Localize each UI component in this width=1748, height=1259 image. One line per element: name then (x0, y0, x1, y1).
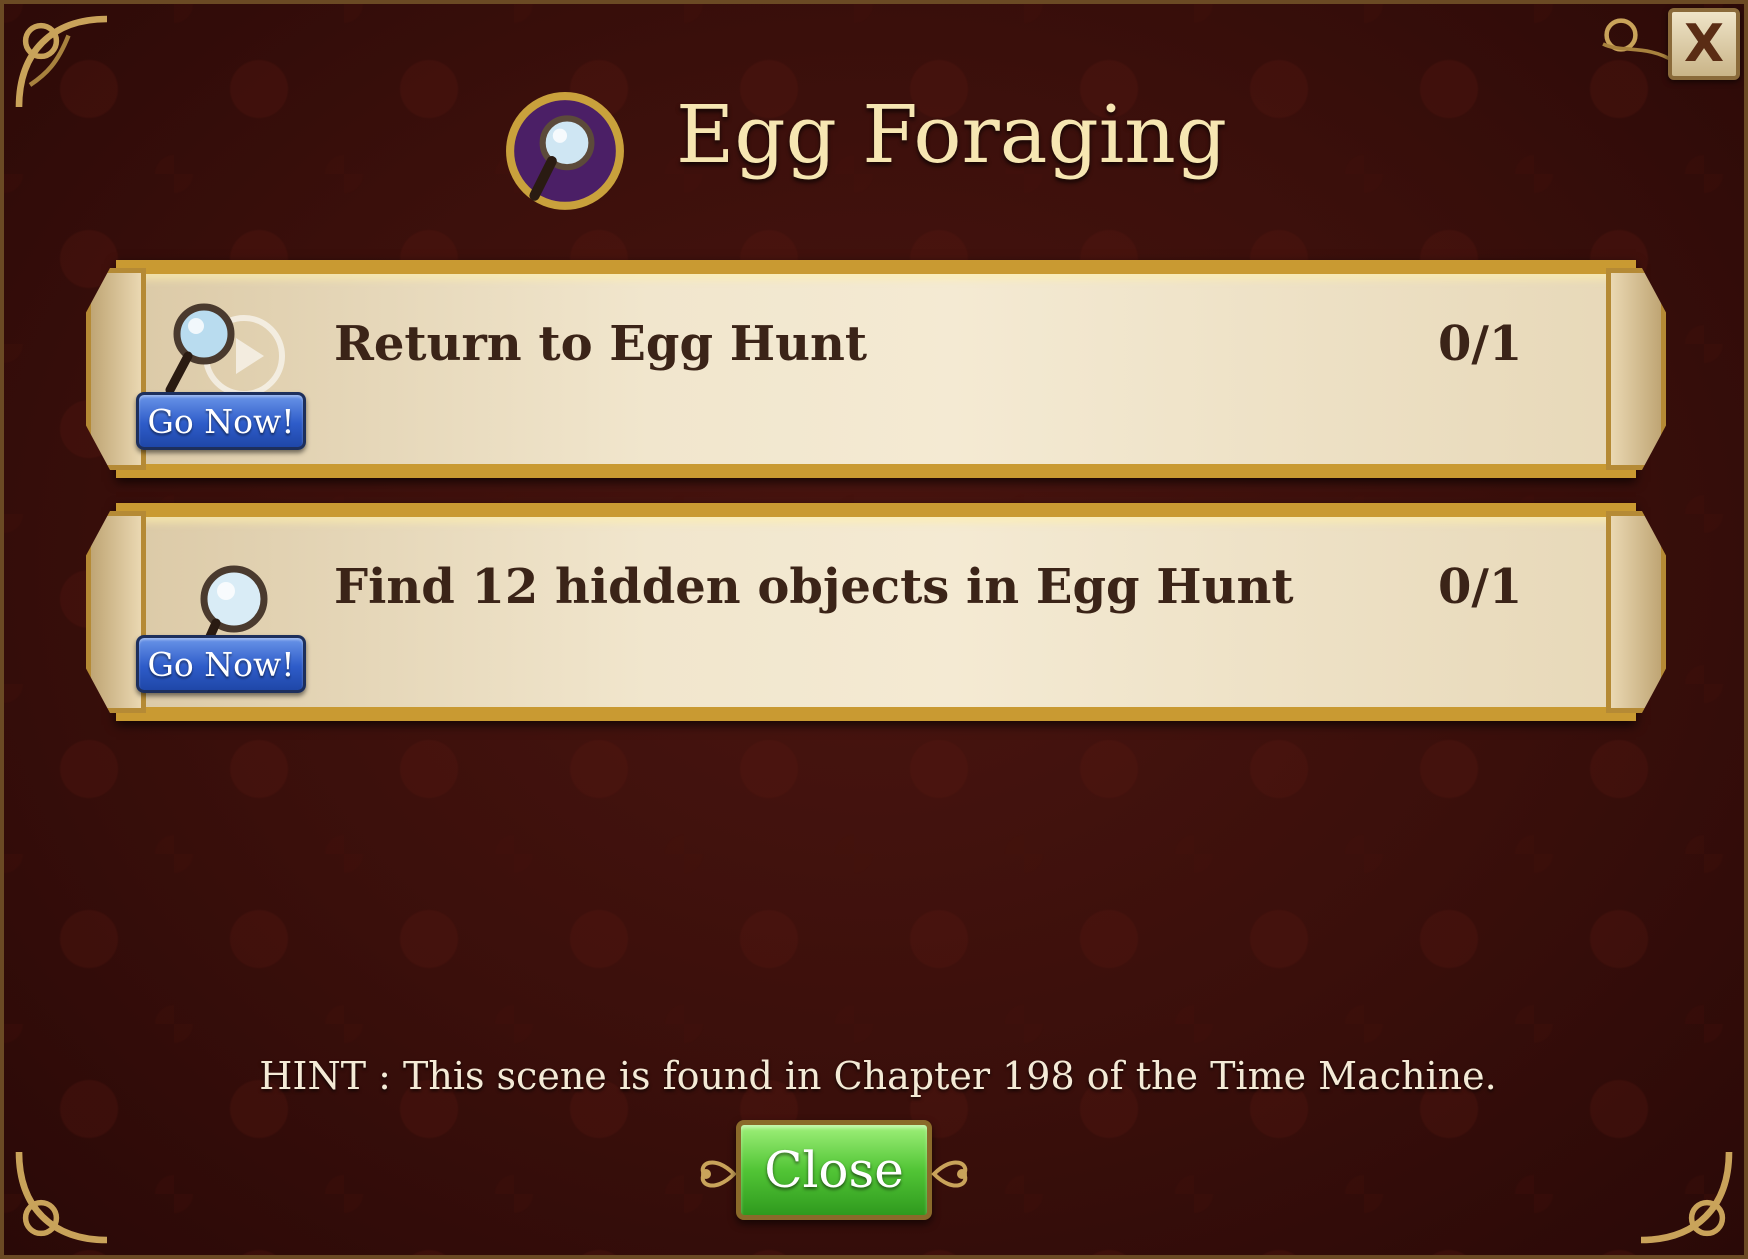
dialog-title: Egg Foraging (676, 88, 1228, 181)
close-x-button[interactable]: X (1668, 8, 1740, 80)
hint-text: HINT : This scene is found in Chapter 19… (259, 1054, 1497, 1098)
quest-dialog: X Egg Foraging Return to Egg Hunt 0/1 Go… (0, 0, 1748, 1259)
task-row: Return to Egg Hunt 0/1 Go Now! (86, 260, 1666, 478)
corner-ornament-icon (8, 1141, 118, 1251)
task-progress: 0/1 (1438, 316, 1523, 372)
corner-ornament-icon (1630, 1141, 1740, 1251)
task-label: Find 12 hidden objects in Egg Hunt (334, 559, 1294, 615)
flourish-icon (694, 1144, 738, 1204)
task-label: Return to Egg Hunt (334, 316, 868, 372)
go-now-button[interactable]: Go Now! (136, 635, 306, 693)
close-button[interactable]: Close (736, 1120, 932, 1220)
task-plate-cap-right (1606, 268, 1666, 470)
dialog-header: Egg Foraging (4, 82, 1744, 214)
go-now-button[interactable]: Go Now! (136, 392, 306, 450)
close-button-group: Close (694, 1116, 974, 1226)
task-row: Find 12 hidden objects in Egg Hunt 0/1 G… (86, 503, 1666, 721)
task-plate-cap-right (1606, 511, 1666, 713)
task-progress: 0/1 (1438, 559, 1523, 615)
magnifying-glass-icon (504, 92, 626, 214)
flourish-icon (930, 1144, 974, 1204)
